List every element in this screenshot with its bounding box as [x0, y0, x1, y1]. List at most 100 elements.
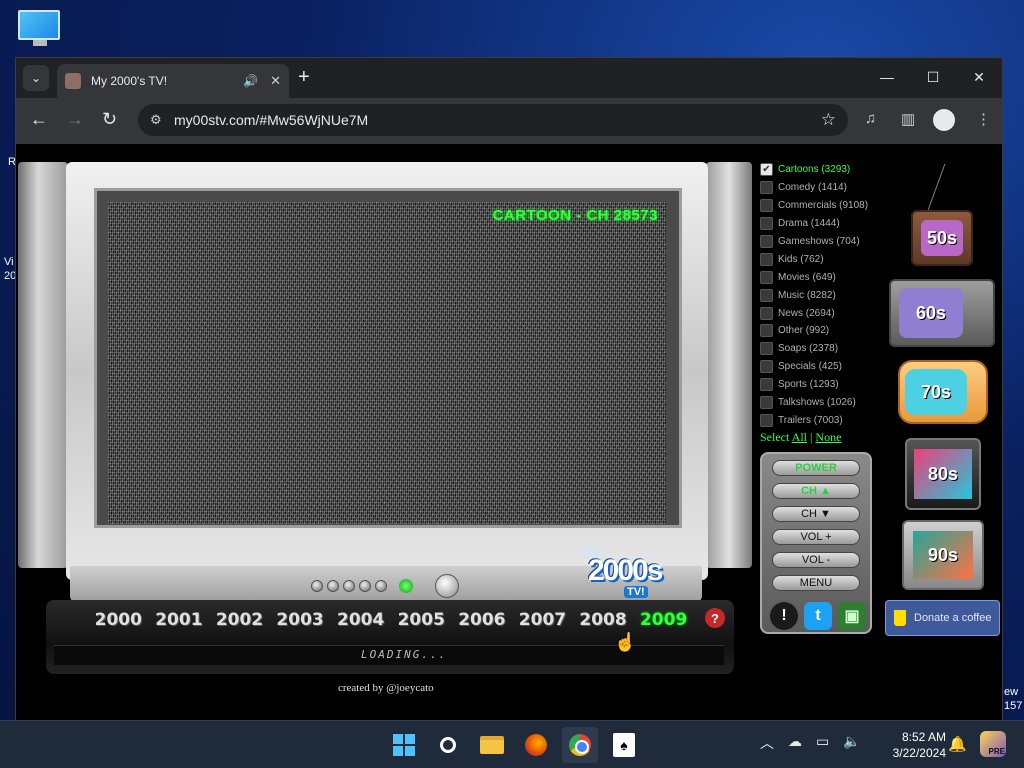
- speaker-icon[interactable]: 🔊: [243, 74, 258, 88]
- firefox-button[interactable]: [518, 727, 554, 763]
- category-checkbox[interactable]: [760, 235, 773, 248]
- decade-label: 60s: [915, 302, 947, 323]
- decade-80s-tv[interactable]: 80s: [905, 438, 981, 510]
- tv-button[interactable]: [343, 580, 355, 592]
- tv-button[interactable]: [375, 580, 387, 592]
- new-tab-button[interactable]: +: [298, 66, 310, 89]
- display-icon[interactable]: ▭: [816, 733, 829, 753]
- power-button[interactable]: POWER: [772, 460, 860, 476]
- category-checkbox[interactable]: [760, 270, 773, 284]
- year-button-2009[interactable]: 2009: [633, 610, 694, 630]
- category-checkbox[interactable]: [760, 181, 773, 195]
- tv-button[interactable]: [311, 580, 323, 592]
- year-button-2004[interactable]: 2004: [330, 610, 391, 630]
- select-none-link[interactable]: None: [815, 430, 841, 444]
- solitaire-icon: ♠: [613, 733, 635, 757]
- site-info-icon[interactable]: ⚙: [150, 112, 174, 128]
- category-item[interactable]: Talkshows (1026): [760, 394, 890, 412]
- category-checkbox[interactable]: [760, 396, 773, 410]
- select-all-link[interactable]: All: [792, 430, 807, 444]
- solitaire-button[interactable]: ♠: [606, 727, 642, 763]
- tv-button[interactable]: [327, 580, 339, 592]
- clock[interactable]: 8:52 AM 3/22/2024: [884, 729, 946, 761]
- help-button[interactable]: ?: [705, 608, 725, 628]
- tv-button[interactable]: [359, 580, 371, 592]
- chevron-up-icon[interactable]: ︿: [760, 733, 774, 753]
- channel-down-button[interactable]: CH ▼: [772, 506, 860, 522]
- chrome-button[interactable]: [562, 727, 598, 763]
- cloud-off-icon[interactable]: ☁: [788, 733, 802, 753]
- category-item[interactable]: Comedy (1414): [760, 179, 890, 197]
- category-item[interactable]: Kids (762): [760, 250, 890, 268]
- volume-down-button[interactable]: VOL -: [772, 552, 860, 568]
- forward-button[interactable]: →: [66, 109, 84, 130]
- category-checkbox[interactable]: [760, 413, 773, 427]
- tab-search-button[interactable]: ⌄: [23, 65, 49, 91]
- decade-50s-tv[interactable]: 50s: [911, 210, 973, 266]
- donate-coffee-button[interactable]: Donate a coffee: [885, 600, 1000, 636]
- year-button-2000[interactable]: 2000: [88, 610, 149, 630]
- volume-up-button[interactable]: VOL +: [772, 529, 860, 545]
- close-window-button[interactable]: ✕: [956, 58, 1002, 96]
- category-item[interactable]: Specials (425): [760, 358, 890, 376]
- decade-60s-tv[interactable]: 60s: [889, 279, 995, 347]
- category-checkbox[interactable]: [760, 324, 773, 338]
- category-item[interactable]: News (2694): [760, 304, 890, 322]
- this-pc-icon[interactable]: [18, 10, 62, 50]
- alert-icon[interactable]: !: [770, 602, 798, 630]
- media-control-icon[interactable]: ♫: [865, 110, 876, 127]
- category-checkbox[interactable]: [760, 288, 773, 302]
- category-item[interactable]: Sports (1293): [760, 376, 890, 394]
- year-button-2003[interactable]: 2003: [270, 610, 331, 630]
- year-button-2002[interactable]: 2002: [209, 610, 270, 630]
- menu-kebab-icon[interactable]: ⋮: [976, 110, 991, 128]
- start-button[interactable]: [386, 727, 422, 763]
- side-panel-icon[interactable]: ▥: [901, 110, 915, 128]
- box-icon[interactable]: ▣: [838, 602, 866, 630]
- copilot-icon[interactable]: PRE: [980, 731, 1006, 757]
- category-item[interactable]: Movies (649): [760, 268, 890, 286]
- category-item[interactable]: ✔ Cartoons (3293): [760, 161, 890, 179]
- search-button[interactable]: [430, 727, 466, 763]
- maximize-button[interactable]: ☐: [910, 58, 956, 96]
- category-item[interactable]: Soaps (2378): [760, 340, 890, 358]
- reload-button[interactable]: ↻: [102, 109, 117, 130]
- category-checkbox[interactable]: [760, 306, 773, 320]
- category-checkbox[interactable]: [760, 217, 773, 231]
- category-item[interactable]: Drama (1444): [760, 215, 890, 233]
- category-item[interactable]: Trailers (7003): [760, 411, 890, 429]
- category-checkbox[interactable]: [760, 342, 773, 356]
- category-checkbox[interactable]: [760, 378, 773, 392]
- category-item[interactable]: Music (8282): [760, 286, 890, 304]
- browser-tab[interactable]: My 2000's TV! 🔊 ✕: [57, 64, 289, 98]
- year-button-2005[interactable]: 2005: [391, 610, 452, 630]
- tv-knob[interactable]: [435, 574, 459, 598]
- category-checkbox[interactable]: [760, 199, 773, 213]
- back-button[interactable]: ←: [30, 109, 48, 130]
- year-button-2008[interactable]: 2008: [573, 610, 634, 630]
- decade-90s-tv[interactable]: 90s: [902, 520, 984, 590]
- volume-muted-icon[interactable]: 🔈: [843, 733, 860, 753]
- notification-bell-icon[interactable]: 🔔: [948, 735, 967, 753]
- category-checkbox[interactable]: [760, 252, 773, 266]
- year-button-2007[interactable]: 2007: [512, 610, 573, 630]
- category-item[interactable]: Commercials (9108): [760, 197, 890, 215]
- close-tab-icon[interactable]: ✕: [270, 73, 281, 89]
- decade-70s-tv[interactable]: 70s: [898, 360, 988, 424]
- category-item[interactable]: Other (992): [760, 322, 890, 340]
- twitter-icon[interactable]: t: [804, 602, 832, 630]
- minimize-button[interactable]: —: [864, 58, 910, 96]
- year-button-2001[interactable]: 2001: [149, 610, 210, 630]
- tv-screen-static[interactable]: CARTOON - CH 28573: [108, 202, 666, 524]
- menu-button[interactable]: MENU: [772, 575, 860, 591]
- channel-up-button[interactable]: CH ▲: [772, 483, 860, 499]
- category-checkbox[interactable]: [760, 360, 773, 374]
- year-button-2006[interactable]: 2006: [452, 610, 513, 630]
- category-item[interactable]: Gameshows (704): [760, 233, 890, 251]
- file-explorer-button[interactable]: [474, 727, 510, 763]
- address-bar[interactable]: ⚙ my00stv.com/#Mw56WjNUe7M ☆: [138, 104, 848, 136]
- credit-link[interactable]: @joeycato: [386, 682, 433, 694]
- profile-avatar[interactable]: [933, 109, 955, 131]
- category-checkbox[interactable]: ✔: [760, 163, 773, 177]
- bookmark-star-icon[interactable]: ☆: [821, 110, 836, 130]
